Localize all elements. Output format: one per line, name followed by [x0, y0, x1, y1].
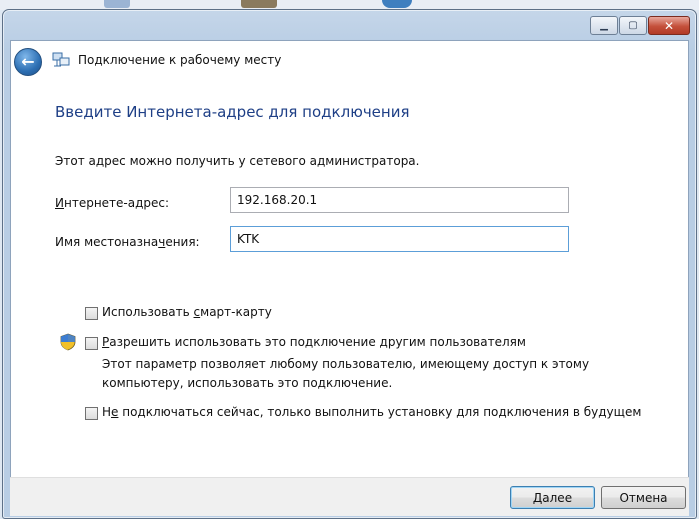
globe-icon — [382, 0, 412, 8]
smartcard-label[interactable]: Использовать смарт-карту — [102, 305, 272, 319]
desktop-icon — [104, 0, 130, 8]
close-icon[interactable]: ✕ — [648, 16, 690, 35]
wizard-window: ▁ ▢ ✕ ← Подключение к рабочему месту Вве… — [2, 9, 697, 519]
allow-others-label[interactable]: Разрешить использовать это подключение д… — [102, 335, 526, 349]
minimize-icon[interactable]: ▁ — [590, 16, 618, 35]
desktop-icon — [241, 0, 277, 8]
smartcard-checkbox[interactable] — [85, 307, 98, 320]
network-connection-icon — [52, 52, 70, 67]
window-controls: ▁ ▢ ✕ — [590, 16, 690, 35]
back-arrow-icon[interactable]: ← — [14, 48, 42, 76]
next-button[interactable]: Далее — [510, 486, 595, 509]
allow-others-checkbox[interactable] — [85, 337, 98, 350]
connect-later-label[interactable]: Не подключаться сейчас, только выполнить… — [102, 405, 641, 419]
button-bar: Далее Отмена — [10, 477, 689, 516]
wizard-content: ← Подключение к рабочему месту Введите И… — [10, 40, 689, 479]
allow-others-note: Этот параметр позволяет любому пользоват… — [102, 357, 590, 390]
maximize-icon[interactable]: ▢ — [619, 16, 647, 35]
wizard-title: Подключение к рабочему месту — [78, 53, 282, 67]
destination-label: Имя местоназначения: — [55, 235, 200, 249]
internet-address-input[interactable] — [230, 187, 569, 213]
page-description: Этот адрес можно получить у сетевого адм… — [55, 154, 420, 168]
connect-later-checkbox[interactable] — [85, 407, 98, 420]
page-heading: Введите Интернета-адрес для подключения — [55, 103, 410, 121]
cancel-button[interactable]: Отмена — [601, 486, 686, 509]
destination-name-input[interactable] — [230, 226, 569, 252]
address-label: Интернете-адрес: — [55, 196, 170, 210]
uac-shield-icon — [60, 333, 76, 351]
